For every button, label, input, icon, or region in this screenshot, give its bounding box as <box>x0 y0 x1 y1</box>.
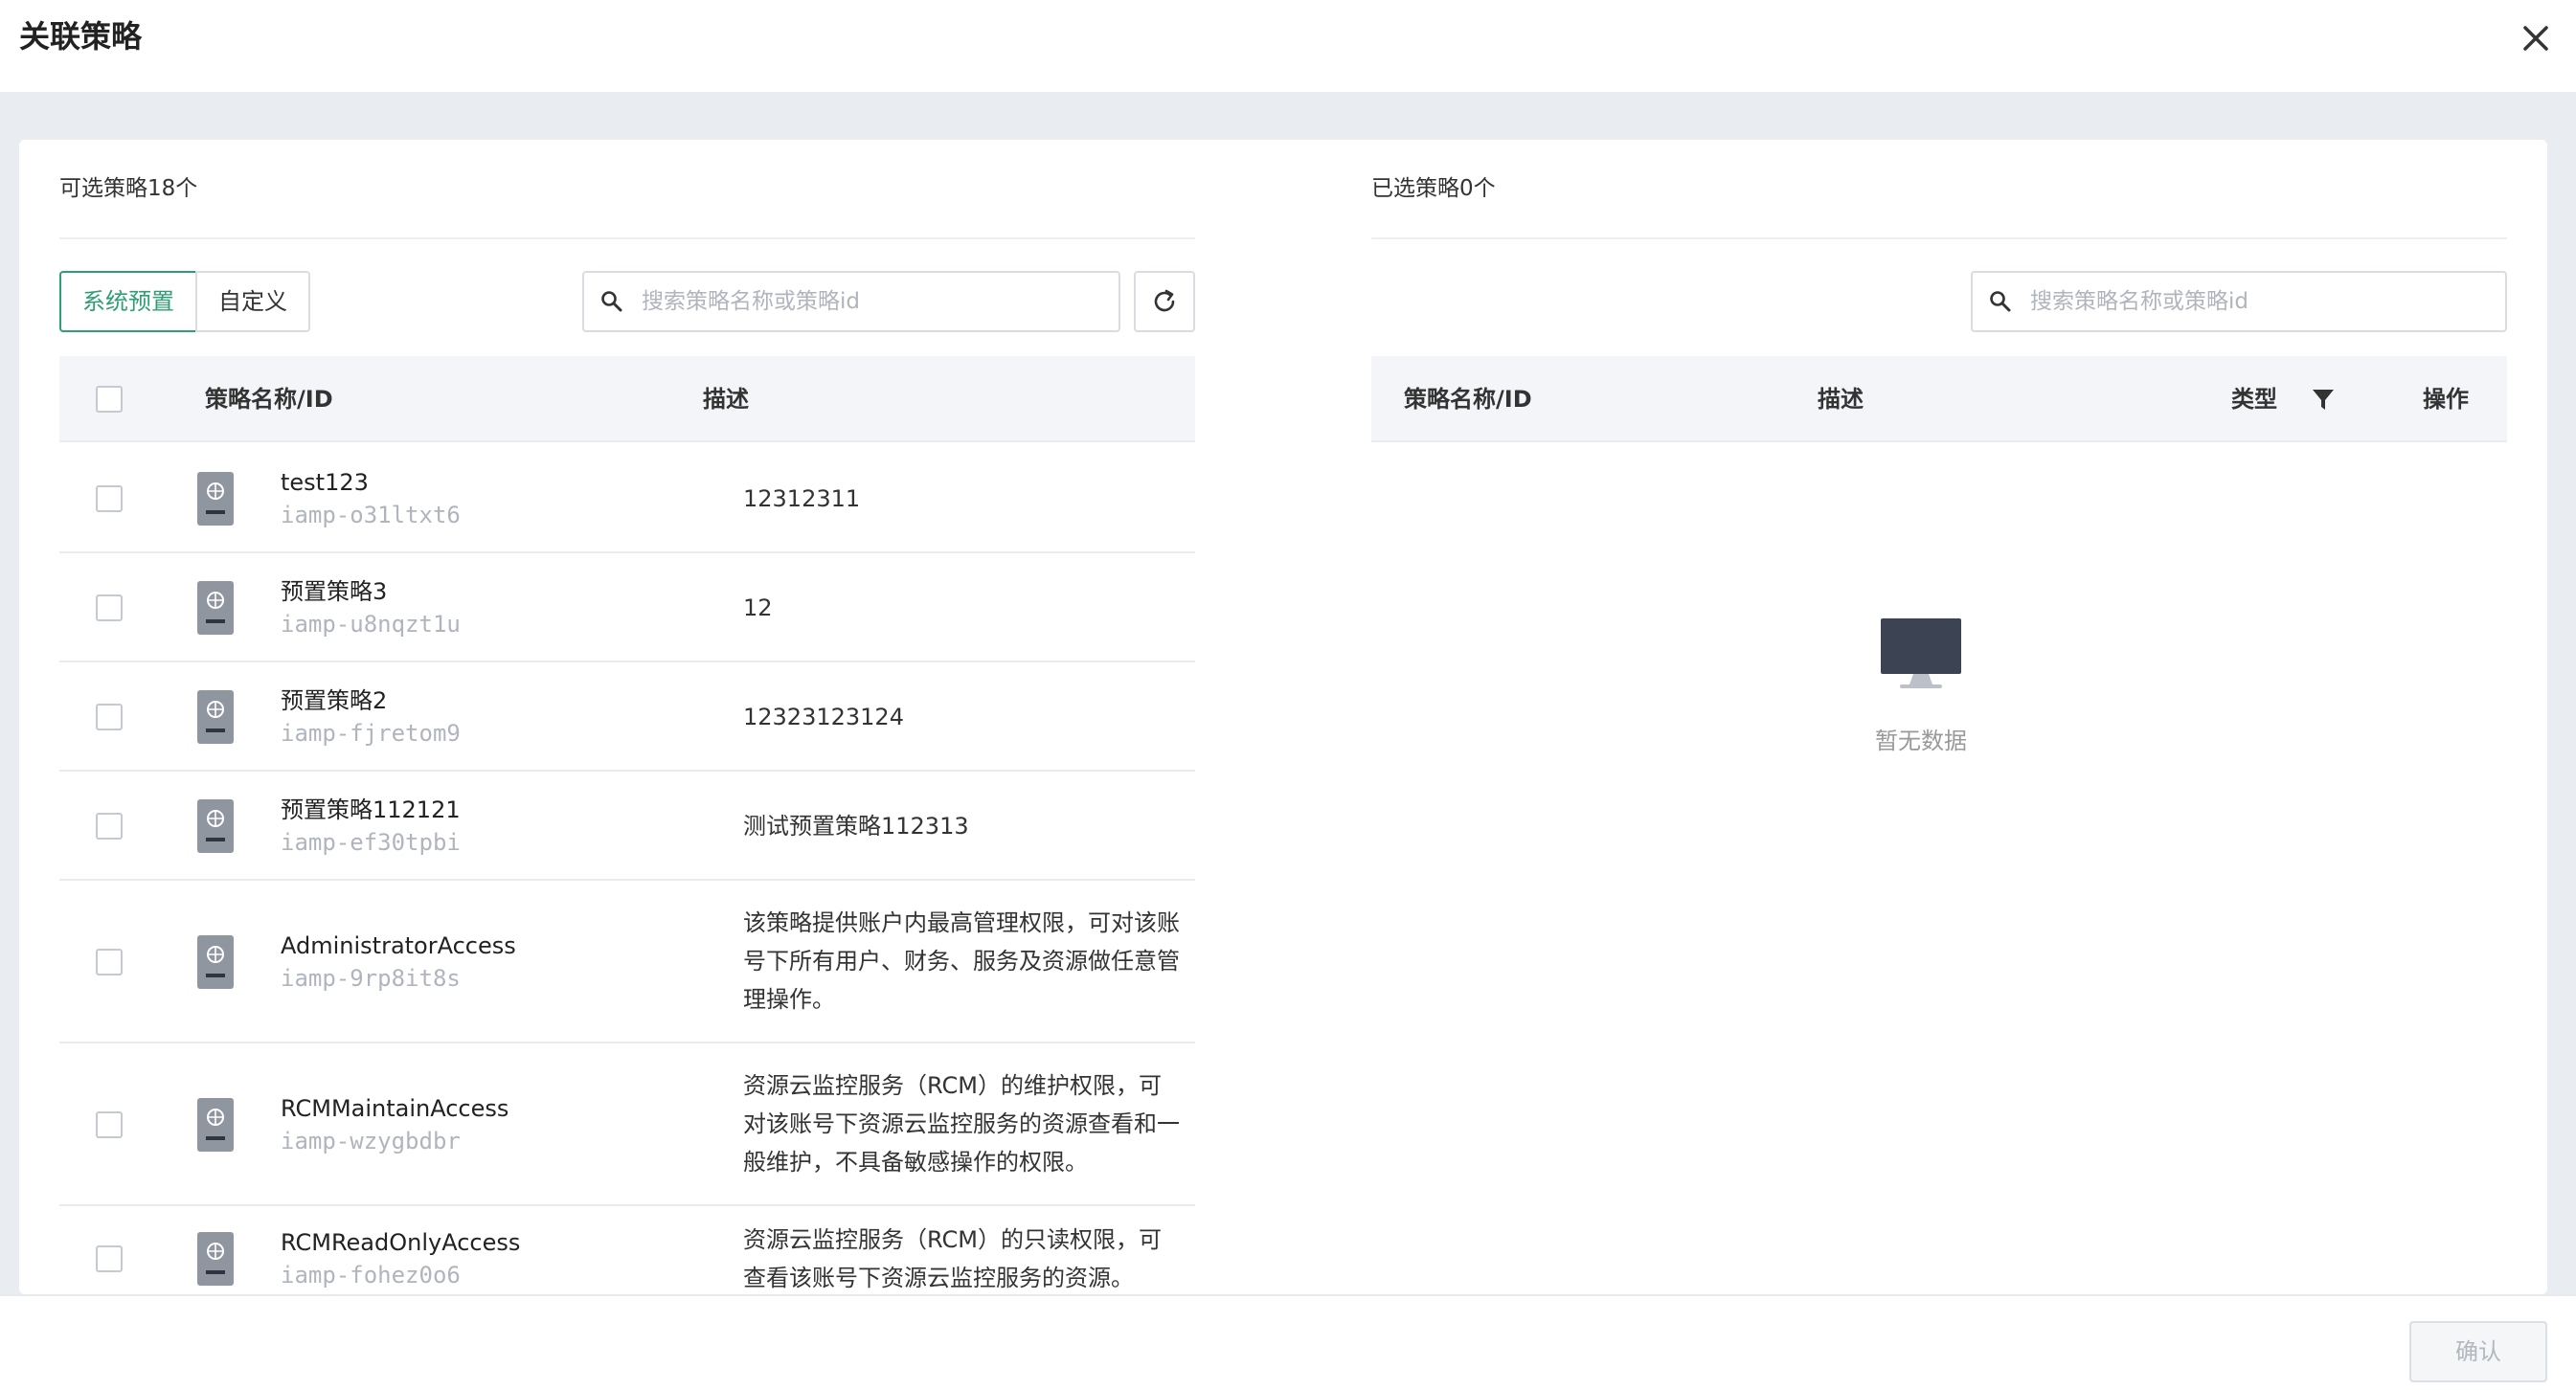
row-checkbox[interactable] <box>96 594 123 621</box>
available-policies-title: 可选策略18个 <box>59 176 198 201</box>
policy-name: test123 <box>281 469 369 496</box>
policy-icon <box>197 472 234 526</box>
policy-desc: 测试预置策略112313 <box>743 813 969 840</box>
monitor-icon <box>1881 618 1961 688</box>
empty-state-text: 暂无数据 <box>1875 728 1967 754</box>
row-checkbox[interactable] <box>96 1111 123 1138</box>
column-header-name: 策略名称/ID <box>205 386 333 413</box>
policy-icon <box>197 935 234 989</box>
selected-policies-title: 已选策略0个 <box>1371 176 1496 201</box>
right-search-input[interactable] <box>2030 280 2492 323</box>
close-icon[interactable] <box>2517 19 2555 57</box>
policy-id: iamp-9rp8it8s <box>281 965 461 992</box>
policy-desc: 12323123124 <box>743 704 904 730</box>
column-header-desc: 描述 <box>1818 386 1864 413</box>
column-header-type: 类型 <box>2231 386 2277 413</box>
policy-icon <box>197 1098 234 1152</box>
table-row[interactable]: test123 iamp-o31ltxt6 12312311 <box>59 444 1195 553</box>
column-header-desc: 描述 <box>703 386 749 413</box>
policy-desc: 资源云监控服务（RCM）的只读权限，可查看该账号下资源云监控服务的资源。 <box>743 1226 1162 1291</box>
table-row[interactable]: RCMMaintainAccess iamp-wzygbdbr 资源云监控服务（… <box>59 1043 1195 1206</box>
policy-name: 预置策略112121 <box>281 796 461 823</box>
table-row[interactable]: 预置策略2 iamp-fjretom9 12323123124 <box>59 662 1195 772</box>
policy-id: iamp-wzygbdbr <box>281 1128 461 1155</box>
policy-icon <box>197 1232 234 1286</box>
row-checkbox[interactable] <box>96 813 123 840</box>
row-checkbox[interactable] <box>96 1245 123 1272</box>
column-header-action: 操作 <box>2423 386 2469 413</box>
left-search-input[interactable] <box>642 280 1105 323</box>
right-table-header: 策略名称/ID 描述 类型 操作 <box>1371 356 2507 442</box>
table-row[interactable]: 预置策略3 iamp-u8nqzt1u 12 <box>59 553 1195 662</box>
dialog-title: 关联策略 <box>19 18 143 55</box>
policy-id: iamp-u8nqzt1u <box>281 611 461 638</box>
policy-name: RCMMaintainAccess <box>281 1095 509 1122</box>
policy-id: iamp-o31ltxt6 <box>281 502 461 528</box>
row-checkbox[interactable] <box>96 704 123 730</box>
policy-desc: 资源云监控服务（RCM）的维护权限，可对该账号下资源云监控服务的资源查看和一般维… <box>743 1072 1180 1176</box>
policy-icon <box>197 581 234 635</box>
policy-id: iamp-fjretom9 <box>281 720 461 747</box>
policy-icon <box>197 690 234 744</box>
filter-icon[interactable] <box>2310 386 2337 413</box>
policy-id: iamp-fohez0o6 <box>281 1262 461 1289</box>
refresh-button[interactable] <box>1134 271 1195 332</box>
policy-name: 预置策略3 <box>281 578 388 605</box>
row-checkbox[interactable] <box>96 485 123 512</box>
policy-id: iamp-ef30tpbi <box>281 829 461 856</box>
divider <box>59 237 1195 239</box>
divider <box>1371 237 2507 239</box>
left-search-box[interactable] <box>582 271 1120 332</box>
row-checkbox[interactable] <box>96 949 123 975</box>
table-row[interactable]: AdministratorAccess iamp-9rp8it8s 该策略提供账… <box>59 881 1195 1043</box>
policy-desc: 12312311 <box>743 485 861 512</box>
policy-icon <box>197 799 234 853</box>
table-row[interactable]: RCMReadOnlyAccess iamp-fohez0o6 资源云监控服务（… <box>59 1206 1195 1294</box>
tab-custom[interactable]: 自定义 <box>195 271 310 332</box>
select-all-checkbox[interactable] <box>96 386 123 413</box>
column-header-name: 策略名称/ID <box>1404 386 1532 413</box>
policy-name: AdministratorAccess <box>281 932 516 959</box>
table-row[interactable]: 预置策略112121 iamp-ef30tpbi 测试预置策略112313 <box>59 772 1195 881</box>
confirm-button[interactable]: 确认 <box>2409 1321 2547 1382</box>
refresh-icon <box>1154 289 1175 312</box>
dialog-header: 关联策略 <box>0 0 2576 92</box>
dialog-footer: 确认 <box>0 1294 2576 1390</box>
policy-name: RCMReadOnlyAccess <box>281 1229 521 1256</box>
left-table-header: 策略名称/ID 描述 <box>59 356 1195 442</box>
search-icon <box>1990 291 2011 312</box>
policy-desc: 12 <box>743 594 773 621</box>
policy-card: 可选策略18个 系统预置 自定义 策略名称/ID 描述 test123 iamp… <box>19 140 2547 1294</box>
policy-desc: 该策略提供账户内最高管理权限，可对该账号下所有用户、财务、服务及资源做任意管理操… <box>743 909 1180 1013</box>
right-search-box[interactable] <box>1971 271 2507 332</box>
tab-system-preset[interactable]: 系统预置 <box>59 271 197 332</box>
policy-name: 预置策略2 <box>281 687 388 714</box>
search-icon <box>601 291 622 312</box>
